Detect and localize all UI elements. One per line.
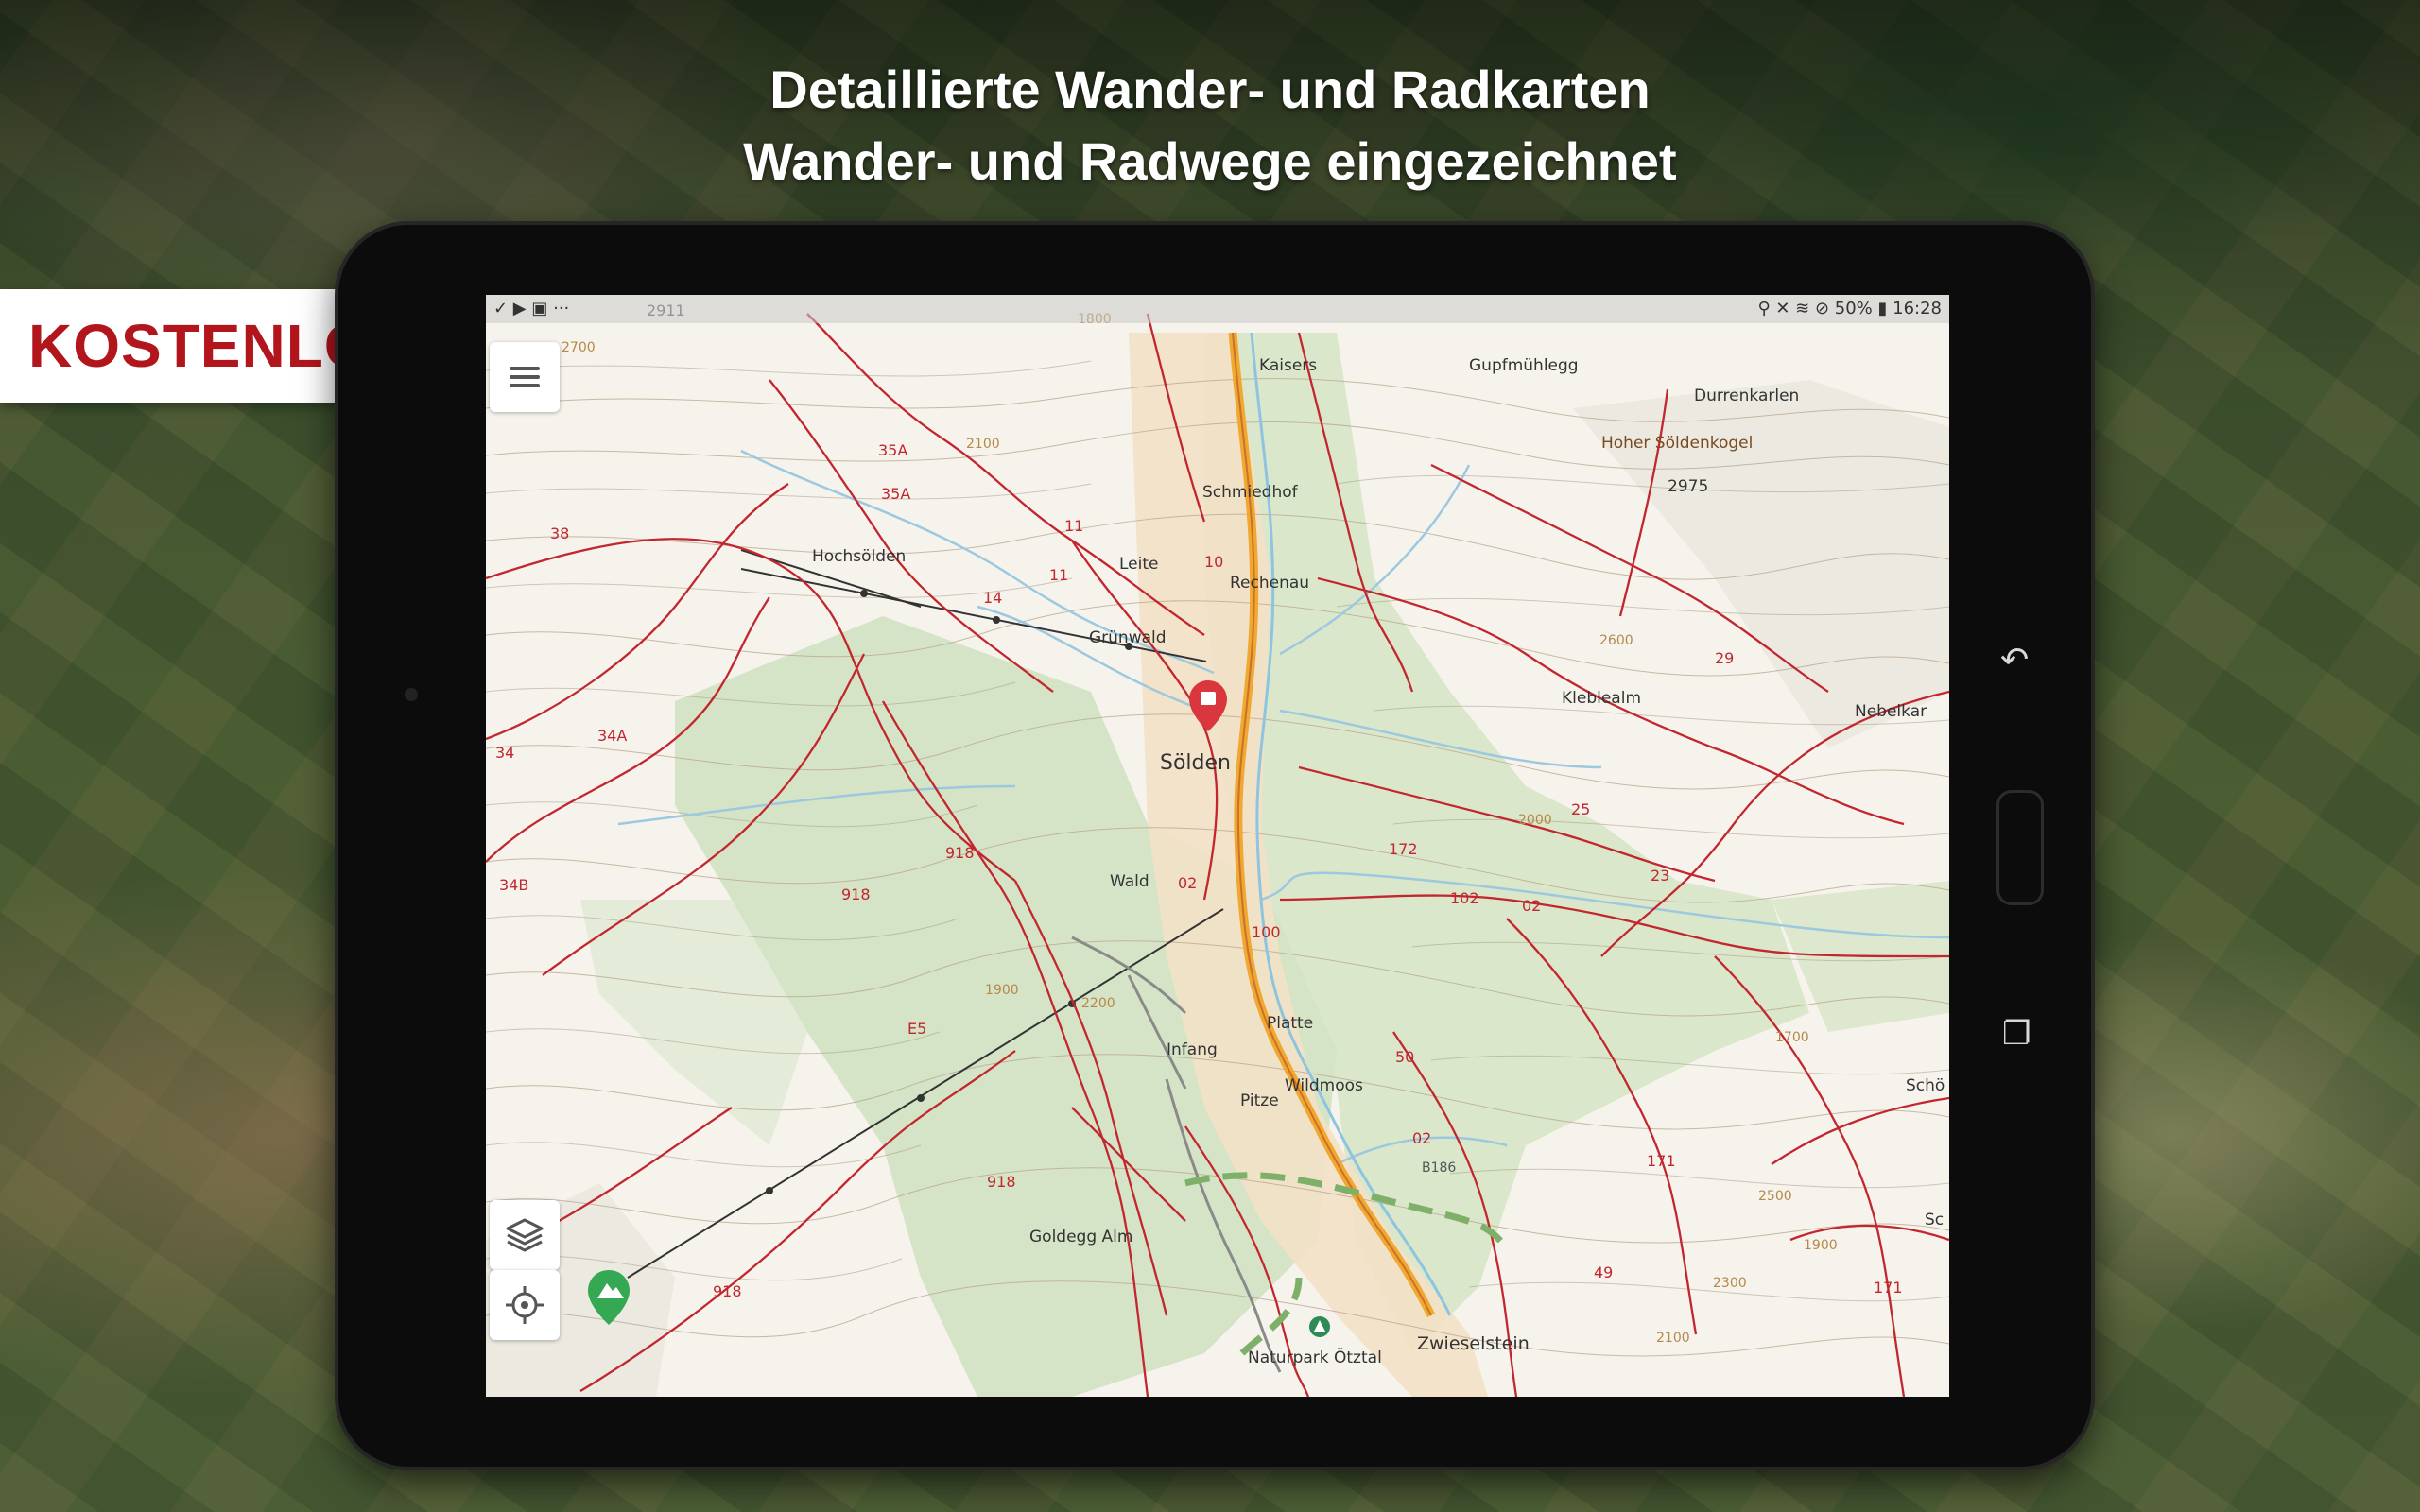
contour-label: 2300 xyxy=(1713,1276,1747,1291)
place-label: Wald xyxy=(1110,872,1150,891)
promo-headline-2: Wander- und Radwege eingezeichnet xyxy=(743,131,1677,191)
route-number: 34 xyxy=(495,744,514,762)
route-number: 918 xyxy=(945,844,975,862)
place-label: Goldegg Alm xyxy=(1029,1228,1132,1246)
home-button[interactable] xyxy=(1996,790,2044,905)
place-label: Pitze xyxy=(1240,1091,1279,1110)
route-number: 918 xyxy=(987,1173,1016,1191)
layers-icon xyxy=(506,1218,544,1252)
place-label: Infang xyxy=(1167,1040,1218,1059)
topo-map[interactable]: Sölden Kaisers Gupfmühlegg Durrenkarlen … xyxy=(486,295,1949,1397)
place-label: Zwieselstein xyxy=(1417,1333,1530,1354)
crosshair-icon xyxy=(506,1286,544,1324)
route-number: 02 xyxy=(1412,1129,1431,1147)
back-icon[interactable]: ↶ xyxy=(2000,641,2029,679)
place-label: Nebelkar xyxy=(1855,702,1927,721)
place-label: Wildmoos xyxy=(1285,1076,1363,1095)
route-number: 35A xyxy=(881,485,910,503)
route-number: 102 xyxy=(1450,889,1479,907)
route-number: 29 xyxy=(1715,649,1734,667)
route-number: 38 xyxy=(550,524,569,542)
contour-label: 1900 xyxy=(985,983,1019,998)
peak-altitude: 2975 xyxy=(1668,477,1708,496)
route-number: 100 xyxy=(1252,923,1281,941)
place-label: Durrenkarlen xyxy=(1694,387,1799,405)
contour-label: 2700 xyxy=(562,340,596,355)
place-label: Sc xyxy=(1925,1211,1944,1229)
place-label: Schmiedhof xyxy=(1202,483,1299,502)
place-label: Kleblealm xyxy=(1562,689,1641,708)
route-number: 34A xyxy=(597,727,627,745)
route-number: 35A xyxy=(878,441,908,459)
contour-label: 2600 xyxy=(1599,633,1634,648)
route-number: 918 xyxy=(713,1282,742,1300)
locate-button[interactable] xyxy=(490,1270,560,1340)
place-label: Gupfmühlegg xyxy=(1469,356,1579,375)
status-right-info: ⚲ ✕ ≋ ⊘ 50% ▮ 16:28 xyxy=(1757,299,1942,318)
route-number: 14 xyxy=(983,589,1002,607)
route-number: 02 xyxy=(1178,874,1197,892)
contour-label: 2100 xyxy=(966,437,1000,452)
route-number: 11 xyxy=(1064,517,1083,535)
place-label: Rechenau xyxy=(1230,574,1309,593)
route-number: 172 xyxy=(1389,840,1418,858)
status-bar: ✓ ▶ ▣ ··· ⚲ ✕ ≋ ⊘ 50% ▮ 16:28 xyxy=(486,295,1949,323)
contour-label: 2000 xyxy=(1518,813,1552,828)
route-number: 02 xyxy=(1522,897,1541,915)
place-label: Naturpark Ötztal xyxy=(1248,1347,1382,1367)
place-label: Hochsölden xyxy=(812,547,906,566)
road-label: B186 xyxy=(1422,1160,1456,1176)
route-number: 171 xyxy=(1647,1152,1676,1170)
place-label: Schö xyxy=(1906,1076,1945,1095)
naturpark-icon xyxy=(1309,1316,1330,1337)
tablet-screen: Sölden Kaisers Gupfmühlegg Durrenkarlen … xyxy=(486,295,1949,1397)
status-left-icons: ✓ ▶ ▣ ··· xyxy=(493,299,570,318)
route-number: 10 xyxy=(1204,553,1223,571)
place-label: Kaisers xyxy=(1259,356,1317,375)
route-number: 918 xyxy=(841,885,871,903)
recent-apps-icon[interactable]: ❐ xyxy=(2002,1015,2031,1053)
route-number: 50 xyxy=(1395,1048,1414,1066)
contour-label: 2200 xyxy=(1081,996,1115,1011)
route-number: 49 xyxy=(1594,1263,1613,1281)
place-label: Leite xyxy=(1119,555,1158,574)
layers-button[interactable] xyxy=(490,1200,560,1270)
peak-label: Hoher Söldenkogel xyxy=(1601,434,1753,453)
route-number: 11 xyxy=(1049,566,1068,584)
camera-icon xyxy=(405,688,418,701)
contour-label: 1700 xyxy=(1775,1030,1809,1045)
route-number: 34B xyxy=(499,876,528,894)
place-label: Platte xyxy=(1267,1014,1313,1033)
contour-label: 2500 xyxy=(1758,1189,1792,1204)
promo-headline-1: Detaillierte Wander- und Radkarten xyxy=(769,60,1651,119)
route-number: 23 xyxy=(1651,867,1669,885)
place-label: Sölden xyxy=(1160,751,1231,775)
route-number: 25 xyxy=(1571,800,1590,818)
route-number: 171 xyxy=(1874,1279,1903,1297)
contour-label: 2100 xyxy=(1656,1331,1690,1346)
contour-label: 1900 xyxy=(1804,1238,1838,1253)
route-number: E5 xyxy=(908,1020,926,1038)
place-label: Grünwald xyxy=(1089,628,1167,647)
menu-button[interactable] xyxy=(490,342,560,412)
menu-icon xyxy=(510,362,540,392)
